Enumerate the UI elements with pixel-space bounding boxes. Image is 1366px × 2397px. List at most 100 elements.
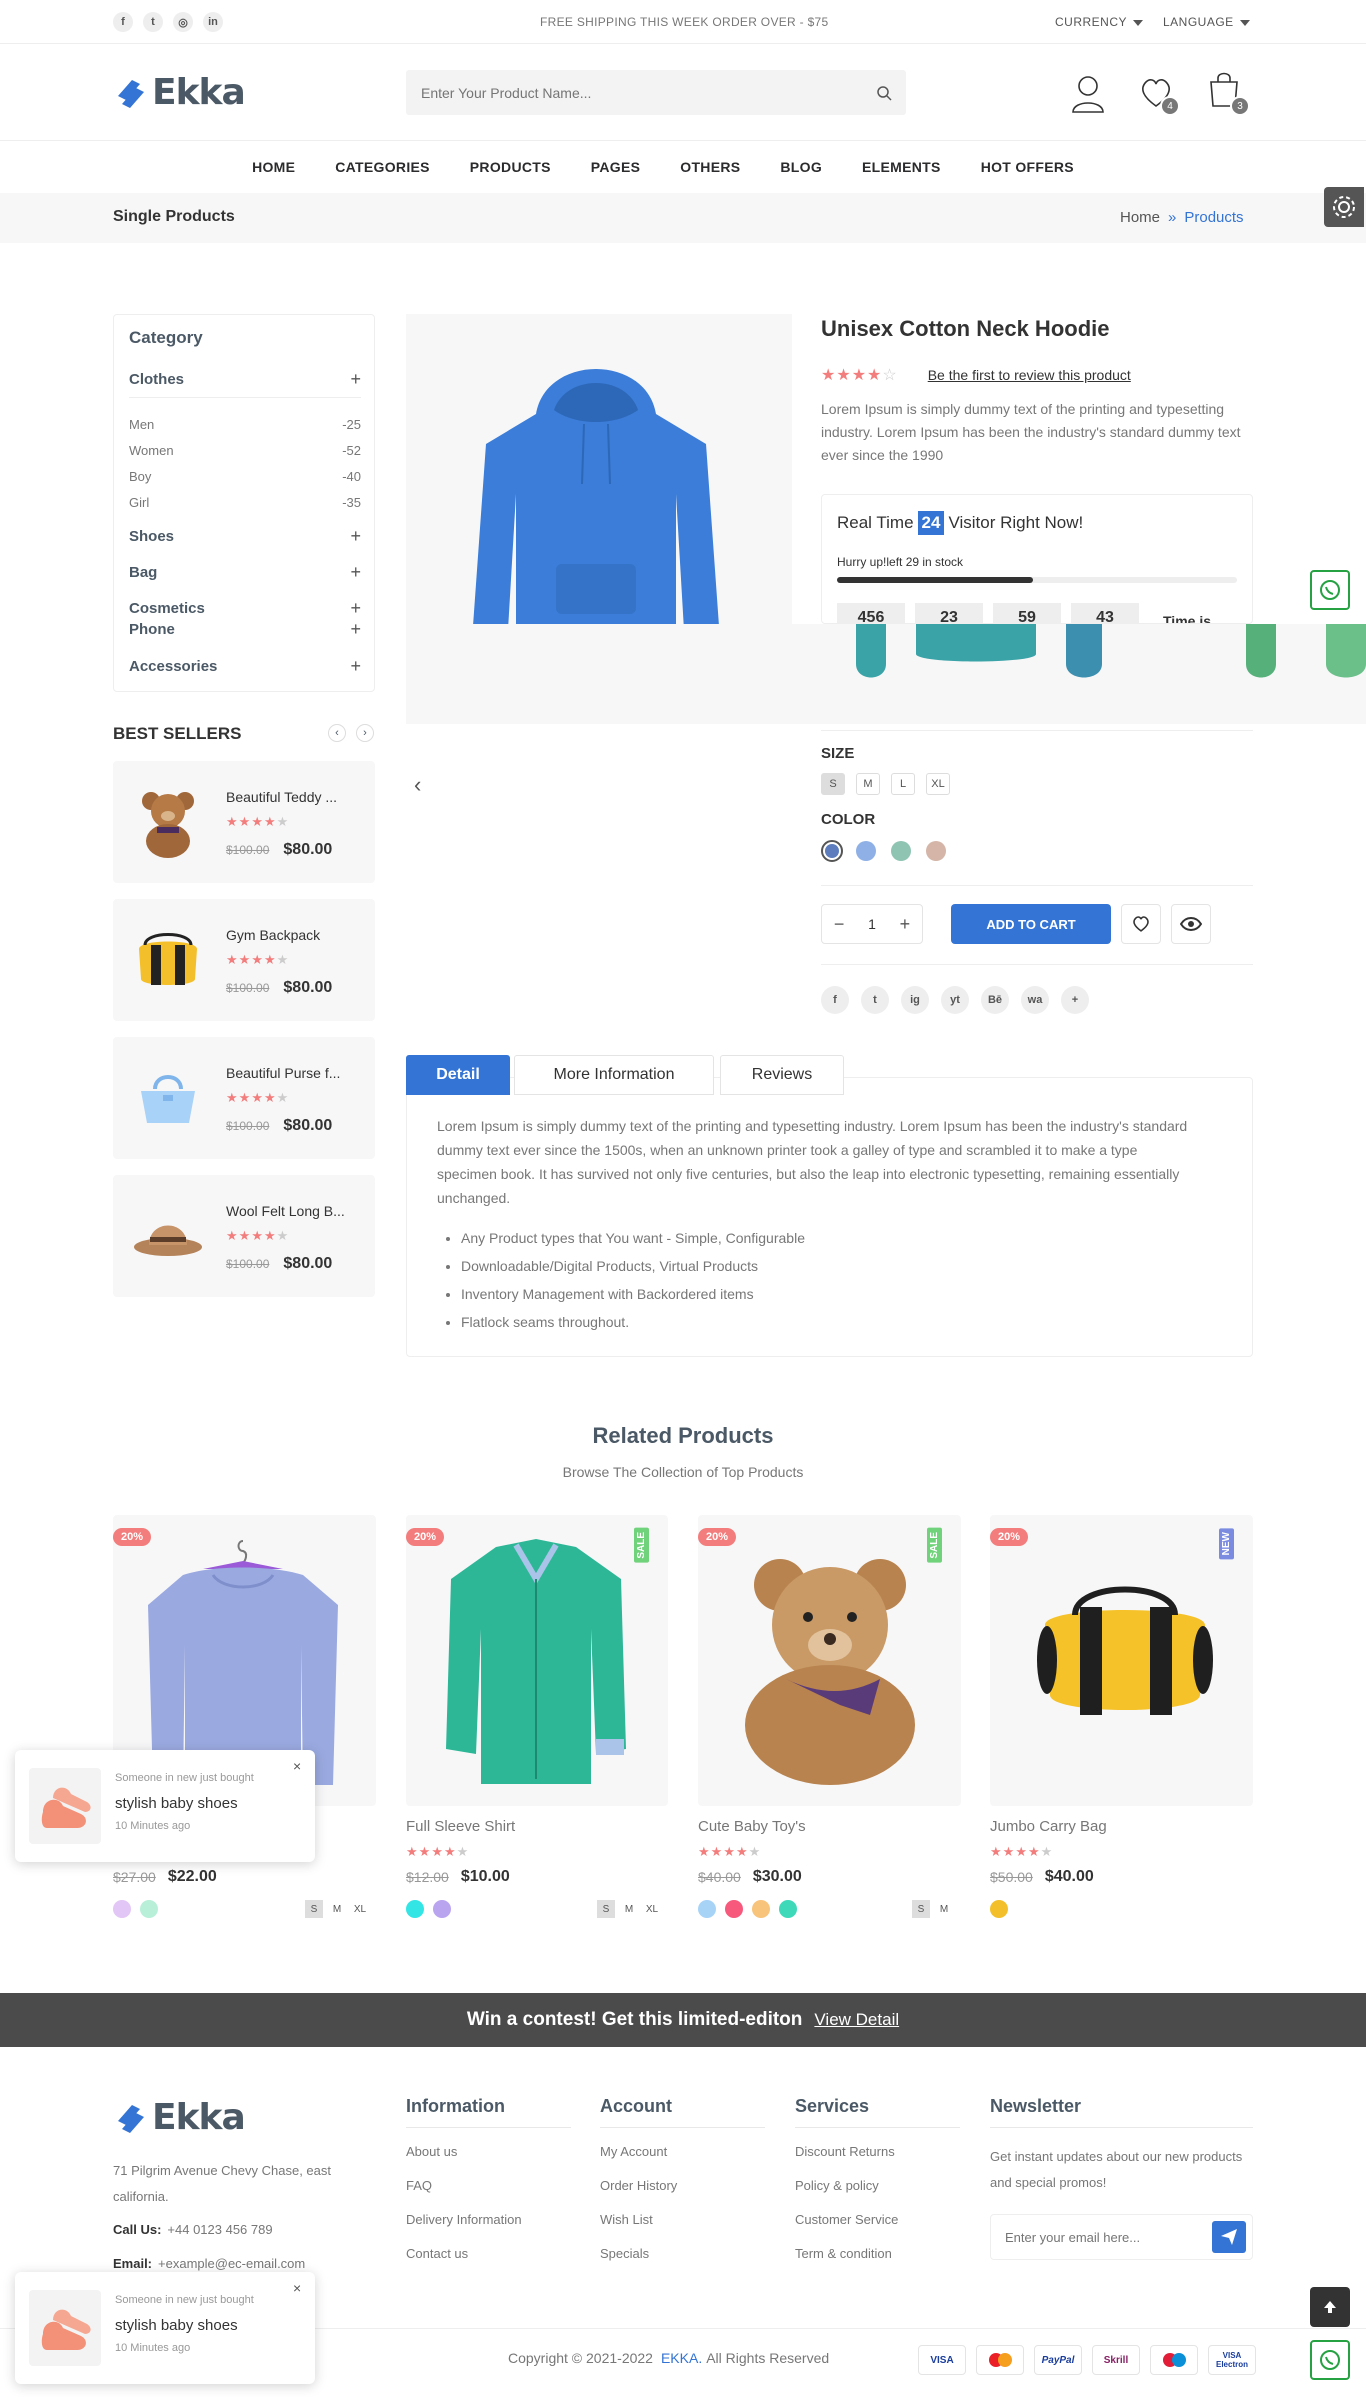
color-swatch[interactable] — [140, 1900, 158, 1918]
best-seller-item[interactable]: Beautiful Purse f... ★★★★★ $100.00 $80.0… — [113, 1037, 375, 1159]
email-value[interactable]: +example@ec-email.com — [158, 2256, 305, 2271]
size-option-s[interactable]: S — [821, 773, 845, 795]
chevron-left-icon[interactable]: ‹ — [328, 724, 346, 742]
language-dropdown[interactable]: LANGUAGE — [1163, 15, 1250, 29]
color-swatch[interactable] — [725, 1900, 743, 1918]
facebook-icon[interactable]: f — [821, 986, 849, 1014]
whatsapp-button[interactable] — [1310, 570, 1350, 610]
size-option[interactable]: M — [620, 1900, 638, 1918]
wishlist-button[interactable]: 4 — [1138, 76, 1182, 120]
best-seller-item[interactable]: Gym Backpack ★★★★★ $100.00 $80.00 — [113, 899, 375, 1021]
wishlist-toggle-button[interactable] — [1121, 904, 1161, 944]
youtube-icon[interactable]: yt — [941, 986, 969, 1014]
nav-hot-offers[interactable]: HOT OFFERS — [981, 159, 1074, 175]
close-icon[interactable]: × — [293, 1758, 301, 1774]
category-accessories[interactable]: Accessories + — [129, 656, 361, 677]
quantity-value[interactable]: 1 — [868, 916, 876, 932]
color-swatch[interactable] — [698, 1900, 716, 1918]
newsletter-submit-button[interactable] — [1212, 2221, 1246, 2253]
size-option-l[interactable]: L — [891, 773, 915, 795]
add-to-cart-button[interactable]: ADD TO CART — [951, 904, 1111, 944]
footer-link[interactable]: Delivery Information — [406, 2212, 571, 2246]
color-swatch[interactable] — [752, 1900, 770, 1918]
plus-icon[interactable]: + — [1061, 986, 1089, 1014]
product-name[interactable]: Cute Baby Toy's — [698, 1818, 806, 1835]
best-seller-item[interactable]: Beautiful Teddy ... ★★★★★ $100.00 $80.00 — [113, 761, 375, 883]
category-shoes[interactable]: Shoes + — [129, 526, 361, 547]
newsletter-email-input[interactable] — [1005, 2229, 1195, 2245]
minus-icon[interactable]: − — [834, 914, 845, 935]
review-link[interactable]: Be the first to review this product — [928, 367, 1131, 383]
instagram-icon[interactable]: ◎ — [173, 12, 193, 32]
cart-button[interactable]: 3 — [1208, 70, 1252, 120]
color-swatch[interactable] — [113, 1900, 131, 1918]
footer-link[interactable]: Contact us — [406, 2246, 571, 2280]
color-swatch[interactable] — [990, 1900, 1008, 1918]
category-phone[interactable]: Phone + — [129, 619, 361, 640]
phone-value[interactable]: +44 0123 456 789 — [167, 2222, 272, 2237]
footer-link[interactable]: My Account — [600, 2144, 765, 2178]
size-option[interactable]: XL — [351, 1900, 369, 1918]
whatsapp-icon[interactable]: wa — [1021, 986, 1049, 1014]
footer-link[interactable]: Order History — [600, 2178, 765, 2212]
facebook-icon[interactable]: f — [113, 12, 133, 32]
behance-icon[interactable]: Bē — [981, 986, 1009, 1014]
nav-pages[interactable]: PAGES — [591, 159, 640, 175]
category-bag[interactable]: Bag + — [129, 562, 361, 583]
size-option[interactable]: S — [597, 1900, 615, 1918]
contest-link[interactable]: View Detail — [814, 2010, 899, 2030]
plus-icon[interactable]: + — [350, 619, 361, 640]
best-seller-item[interactable]: Wool Felt Long B... ★★★★★ $100.00 $80.00 — [113, 1175, 375, 1297]
breadcrumb-home[interactable]: Home — [1120, 209, 1160, 226]
color-swatch[interactable] — [433, 1900, 451, 1918]
footer-link[interactable]: Term & condition — [795, 2246, 960, 2280]
currency-dropdown[interactable]: CURRENCY — [1055, 15, 1144, 29]
chevron-right-icon[interactable]: › — [356, 724, 374, 742]
footer-logo[interactable]: Ekka — [112, 2097, 246, 2138]
settings-button[interactable] — [1324, 187, 1364, 227]
plus-icon[interactable]: + — [900, 914, 911, 935]
size-option-xl[interactable]: XL — [926, 773, 950, 795]
plus-icon[interactable]: + — [350, 598, 361, 619]
color-swatch[interactable] — [779, 1900, 797, 1918]
tab-detail[interactable]: Detail — [406, 1055, 510, 1095]
size-option[interactable]: S — [912, 1900, 930, 1918]
color-swatch[interactable] — [406, 1900, 424, 1918]
size-option[interactable]: XL — [643, 1900, 661, 1918]
footer-link[interactable]: Discount Returns — [795, 2144, 960, 2178]
size-option-m[interactable]: M — [856, 773, 880, 795]
color-swatch-selected[interactable] — [821, 840, 843, 862]
nav-home[interactable]: HOME — [252, 159, 295, 175]
linkedin-icon[interactable]: in — [203, 12, 223, 32]
logo[interactable]: Ekka — [112, 72, 246, 113]
subcategory-girl[interactable]: Girl -35 — [129, 489, 361, 515]
twitter-icon[interactable]: t — [861, 986, 889, 1014]
category-cosmetics[interactable]: Cosmetics + — [129, 598, 361, 619]
twitter-icon[interactable]: t — [143, 12, 163, 32]
nav-others[interactable]: OTHERS — [680, 159, 740, 175]
plus-icon[interactable]: + — [350, 562, 361, 583]
close-icon[interactable]: × — [293, 2280, 301, 2296]
footer-link[interactable]: FAQ — [406, 2178, 571, 2212]
subcategory-boy[interactable]: Boy -40 — [129, 463, 361, 489]
plus-icon[interactable]: + — [350, 656, 361, 677]
footer-link[interactable]: Policy & policy — [795, 2178, 960, 2212]
size-option[interactable]: M — [328, 1900, 346, 1918]
chevron-left-icon[interactable]: ‹ — [414, 772, 421, 798]
nav-categories[interactable]: CATEGORIES — [335, 159, 430, 175]
color-swatch[interactable] — [856, 841, 876, 861]
instagram-icon[interactable]: ig — [901, 986, 929, 1014]
color-swatch[interactable] — [926, 841, 946, 861]
subcategory-men[interactable]: Men -25 — [129, 411, 361, 437]
search-icon[interactable] — [876, 85, 892, 101]
tab-more-information[interactable]: More Information — [514, 1055, 714, 1095]
quick-view-button[interactable] — [1171, 904, 1211, 944]
nav-products[interactable]: PRODUCTS — [470, 159, 551, 175]
footer-link[interactable]: Specials — [600, 2246, 765, 2280]
copyright-brand[interactable]: EKKA. — [661, 2350, 702, 2366]
footer-link[interactable]: Wish List — [600, 2212, 765, 2246]
subcategory-women[interactable]: Women -52 — [129, 437, 361, 463]
tab-reviews[interactable]: Reviews — [720, 1055, 844, 1095]
footer-link[interactable]: About us — [406, 2144, 571, 2178]
product-card[interactable]: 20% SALE — [698, 1515, 961, 1806]
